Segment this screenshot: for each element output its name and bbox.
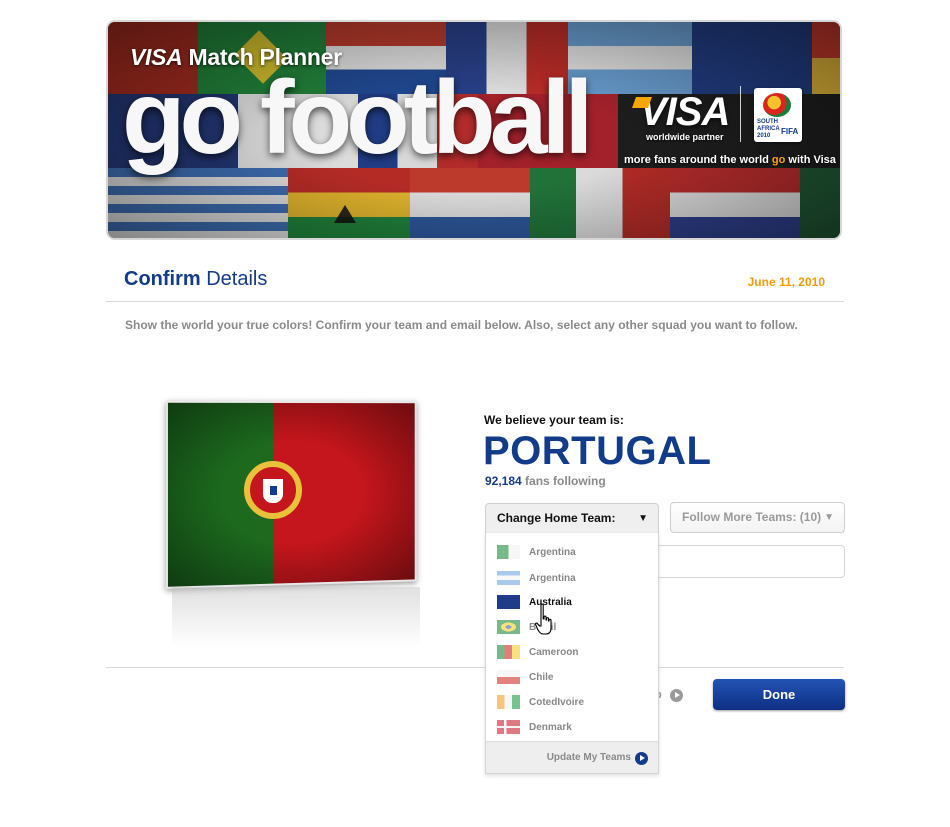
footer-divider bbox=[106, 667, 844, 668]
update-my-teams-label: Update My Teams bbox=[546, 752, 631, 763]
dropdown-item-label: Argentina bbox=[529, 547, 576, 558]
cotedivoire-flag-icon bbox=[497, 695, 520, 709]
page-title-rest: Details bbox=[200, 268, 268, 290]
logo-divider bbox=[740, 86, 741, 142]
dropdown-item-label: Cameroon bbox=[529, 647, 579, 658]
dropdown-item[interactable]: CotedIvoire bbox=[486, 690, 658, 714]
portugal-coat-of-arms-icon bbox=[244, 461, 302, 519]
home-team-dropdown[interactable]: Argentina Argentina Australia Brazil Cam… bbox=[485, 533, 659, 774]
tagline-pre: more fans around the world bbox=[624, 154, 772, 166]
dropdown-item[interactable]: Cameroon bbox=[486, 640, 658, 664]
cameroon-flag-icon bbox=[497, 645, 520, 659]
change-home-team-select[interactable]: Change Home Team: ▼ bbox=[485, 503, 659, 534]
headline: go football bbox=[122, 60, 593, 176]
australia-flag-icon bbox=[497, 595, 520, 609]
sponsor-subtitle: worldwide partner bbox=[646, 132, 724, 142]
follow-more-label: Follow More Teams: (10) bbox=[682, 510, 822, 524]
dropdown-item-label: CotedIvoire bbox=[529, 697, 585, 708]
flag-reflection bbox=[172, 587, 420, 647]
banner: VISA Match Planner go football VISA world… bbox=[106, 20, 842, 240]
dropdown-item[interactable]: Argentina bbox=[486, 566, 658, 590]
fifa-text: FIFA bbox=[781, 127, 799, 136]
fans-count: 92,184 bbox=[485, 474, 522, 488]
chevron-down-icon: ▼ bbox=[638, 513, 648, 524]
fans-label: fans following bbox=[521, 474, 606, 488]
play-arrow-icon bbox=[635, 752, 648, 765]
team-flag-image bbox=[165, 400, 420, 651]
chevron-down-icon: ▼ bbox=[824, 512, 834, 523]
algeria-flag-icon bbox=[497, 545, 520, 559]
done-button[interactable]: Done bbox=[713, 679, 845, 710]
dropdown-item[interactable]: Chile bbox=[486, 665, 658, 689]
dropdown-item-label: Denmark bbox=[529, 722, 572, 733]
header-divider bbox=[106, 301, 844, 302]
change-home-label: Change Home Team: bbox=[497, 511, 616, 525]
hand-cursor-icon bbox=[535, 603, 552, 635]
tagline: more fans around the world go with Visa bbox=[624, 154, 836, 166]
page-title-bold: Confirm bbox=[124, 268, 201, 290]
dropdown-item-label: Chile bbox=[529, 672, 554, 683]
tagline-post: with Visa bbox=[785, 154, 836, 166]
email-input[interactable] bbox=[655, 545, 845, 578]
brazil-flag-icon bbox=[497, 620, 520, 634]
page-date: June 11, 2010 bbox=[747, 275, 825, 289]
follow-more-teams-select[interactable]: Follow More Teams: (10) ▼ bbox=[670, 502, 845, 533]
chile-flag-icon bbox=[497, 670, 520, 684]
dropdown-item[interactable]: Australia bbox=[486, 590, 658, 614]
skip-arrow-icon[interactable] bbox=[670, 689, 683, 702]
dropdown-item[interactable]: Denmark bbox=[486, 715, 658, 739]
fans-following: 92,184 fans following bbox=[485, 474, 606, 488]
visa-logo: VISA bbox=[640, 90, 730, 134]
denmark-flag-icon bbox=[497, 720, 520, 734]
world-cup-emblem-icon: SOUTH AFRICA 2010 FIFA bbox=[754, 88, 802, 142]
page-title: Confirm Details bbox=[124, 268, 267, 291]
dropdown-item-label: Argentina bbox=[529, 573, 576, 584]
emblem-text: SOUTH AFRICA 2010 bbox=[757, 119, 780, 139]
dropdown-item[interactable]: Brazil bbox=[486, 615, 658, 639]
dropdown-item[interactable]: Argentina bbox=[486, 540, 658, 564]
believe-label: We believe your team is: bbox=[484, 413, 624, 427]
update-my-teams-button[interactable]: Update My Teams bbox=[486, 741, 658, 773]
tagline-go: go bbox=[771, 154, 786, 166]
intro-text: Show the world your true colors! Confirm… bbox=[125, 318, 798, 332]
argentina-flag-icon bbox=[497, 571, 520, 585]
team-name: PORTUGAL bbox=[483, 429, 712, 473]
